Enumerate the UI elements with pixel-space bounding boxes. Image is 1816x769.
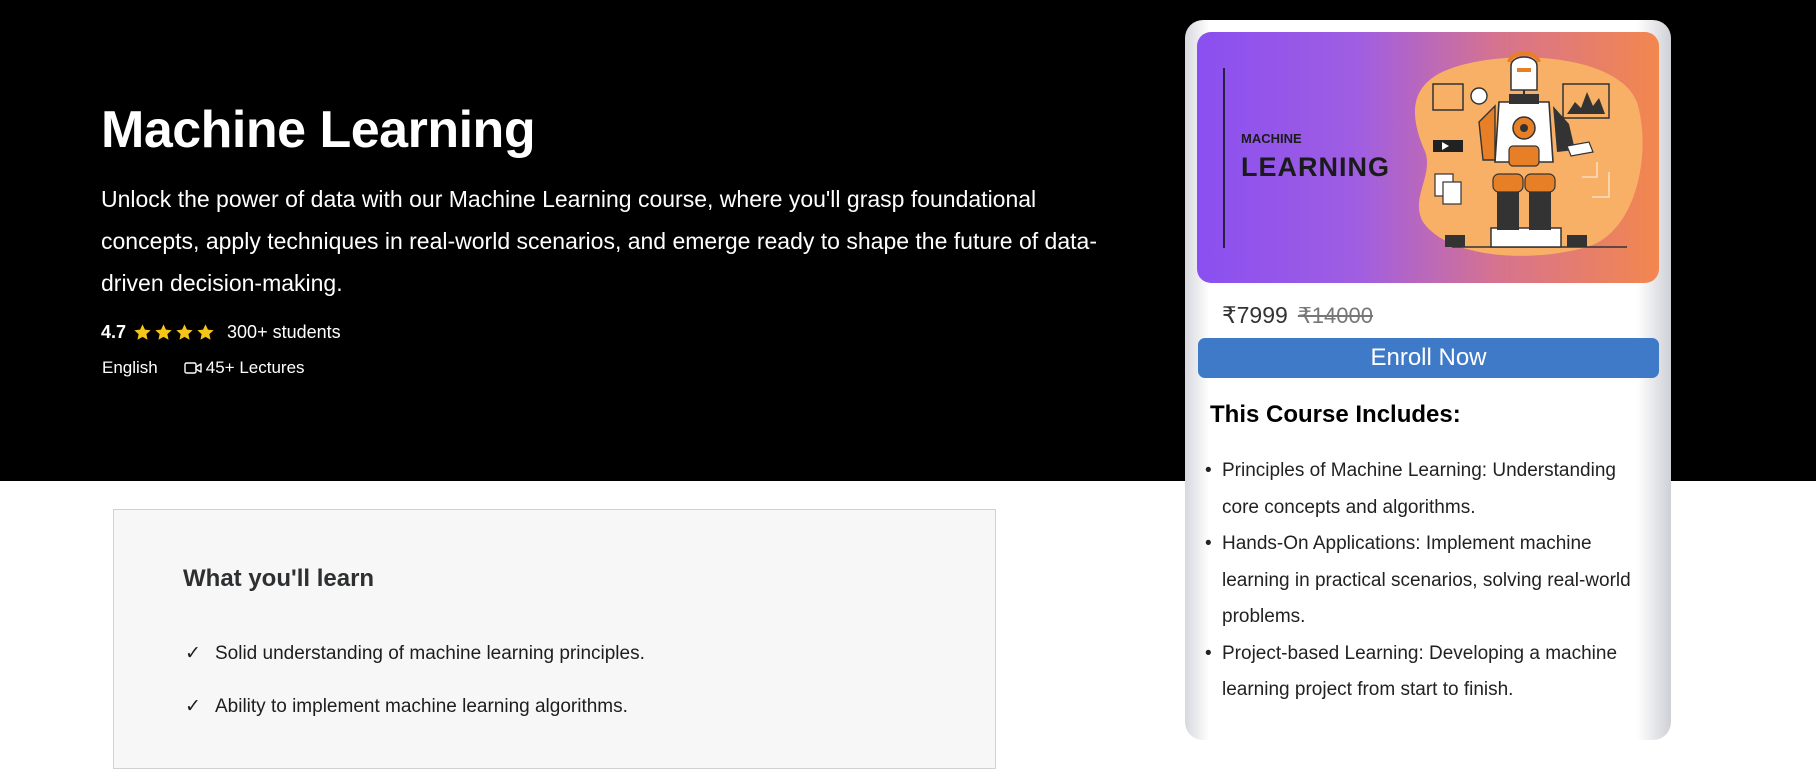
rating-stars (133, 323, 215, 342)
video-icon (184, 362, 202, 374)
what-you-learn-panel: What you'll learn ✓ Solid understanding … (113, 509, 996, 769)
includes-item-text: Project-based Learning: Developing a mac… (1222, 642, 1618, 701)
price-row: ₹7999 ₹14000 (1222, 302, 1373, 329)
original-price: ₹14000 (1297, 303, 1373, 328)
course-includes-list: • Principles of Machine Learning: Unders… (1205, 453, 1652, 709)
course-includes-title: This Course Includes: (1210, 401, 1461, 428)
course-meta: English 45+ Lectures (102, 358, 305, 378)
learn-item: ✓ Solid understanding of machine learnin… (185, 627, 645, 680)
learn-list: ✓ Solid understanding of machine learnin… (185, 627, 645, 733)
course-language: English (102, 358, 158, 377)
check-icon: ✓ (185, 696, 201, 717)
includes-item-text: Principles of Machine Learning: Understa… (1222, 460, 1616, 518)
course-banner-image: MACHINE LEARNING (1197, 32, 1659, 283)
banner-small-text: MACHINE (1241, 131, 1302, 146)
includes-item: • Project-based Learning: Developing a m… (1205, 636, 1652, 709)
banner-big-text: LEARNING (1241, 152, 1390, 182)
course-title: Machine Learning (101, 101, 536, 159)
students-count: 300+ students (227, 322, 341, 342)
check-icon: ✓ (185, 643, 201, 664)
robot-illustration: MACHINE LEARNING (1223, 51, 1643, 256)
bullet-icon: • (1205, 460, 1212, 481)
star-icon (134, 324, 151, 340)
current-price: ₹7999 (1222, 302, 1288, 328)
course-description: Unlock the power of data with our Machin… (101, 186, 1097, 296)
star-icon (197, 324, 214, 340)
includes-item: • Principles of Machine Learning: Unders… (1205, 453, 1652, 526)
learn-item-text: Solid understanding of machine learning … (215, 642, 645, 664)
includes-item: • Hands-On Applications: Implement machi… (1205, 526, 1652, 636)
course-purchase-card: MACHINE LEARNING ₹7999 ₹14000 Enroll Now… (1185, 20, 1671, 740)
star-icon (176, 324, 193, 340)
bullet-icon: • (1205, 533, 1212, 554)
what-you-learn-title: What you'll learn (183, 565, 375, 592)
learn-item-text: Ability to implement machine learning al… (215, 695, 628, 717)
rating-row: 4.7 300+ students (101, 322, 341, 343)
rating-value: 4.7 (101, 322, 127, 342)
enroll-now-button[interactable]: Enroll Now (1198, 338, 1659, 378)
learn-item: ✓ Ability to implement machine learning … (185, 680, 645, 733)
includes-item-text: Hands-On Applications: Implement machine… (1222, 533, 1631, 627)
star-icon (155, 324, 172, 340)
bullet-icon: • (1205, 642, 1212, 664)
lectures-count: 45+ Lectures (205, 358, 305, 377)
